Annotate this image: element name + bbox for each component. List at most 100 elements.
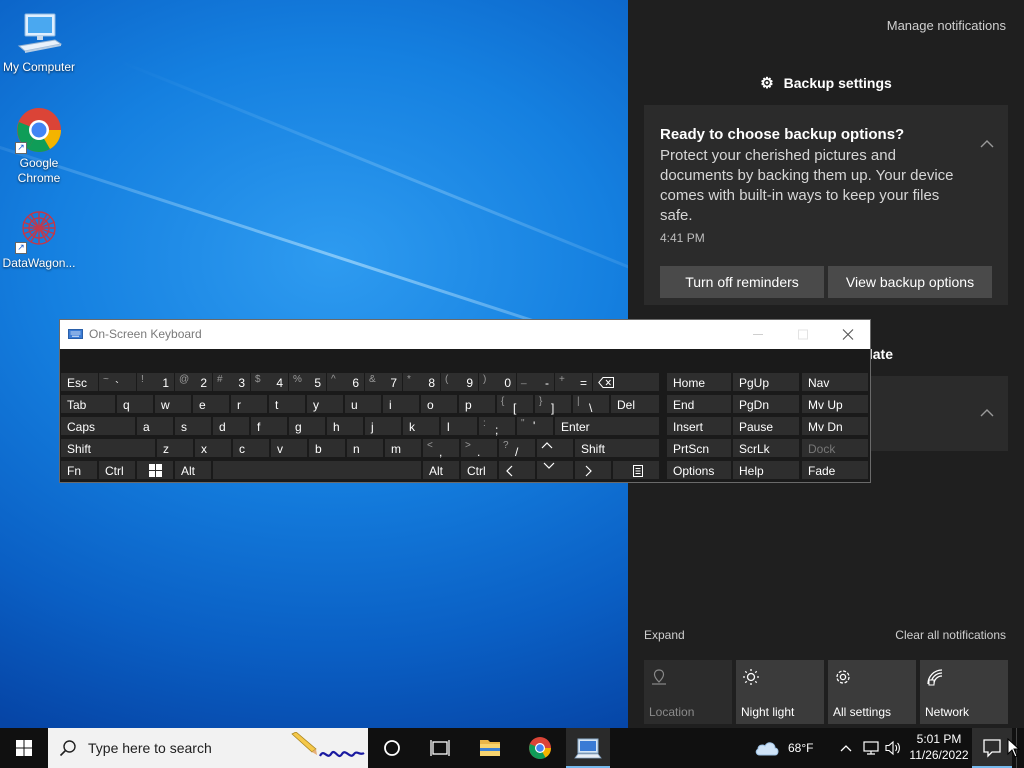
osk-taskbar-button[interactable]: [566, 728, 610, 768]
maximize-button[interactable]: [780, 320, 826, 349]
key-f[interactable]: f: [250, 416, 288, 436]
taskbar-search-box[interactable]: Type here to search: [48, 728, 368, 768]
volume-icon[interactable]: [884, 740, 902, 756]
key-equals[interactable]: + =: [554, 372, 594, 392]
key-t[interactable]: t: [268, 394, 306, 414]
clear-all-notifications-link[interactable]: Clear all notifications: [895, 628, 1006, 642]
manage-notifications-link[interactable]: Manage notifications: [887, 18, 1006, 33]
key-esc[interactable]: Esc: [60, 372, 100, 392]
key-left-bracket[interactable]: {[: [496, 394, 534, 415]
key-u[interactable]: u: [344, 394, 382, 414]
key-o[interactable]: o: [420, 394, 458, 414]
key-6[interactable]: ^ 6: [326, 372, 366, 392]
key-c[interactable]: c: [232, 438, 270, 458]
key-v[interactable]: v: [270, 438, 308, 458]
key-backtick[interactable]: ~ `: [98, 372, 138, 393]
key-help[interactable]: Help: [732, 460, 800, 480]
key-end[interactable]: End: [666, 394, 732, 414]
osk-title-bar[interactable]: On-Screen Keyboard: [60, 320, 870, 349]
cloud-weather-icon[interactable]: [754, 739, 780, 757]
key-y[interactable]: y: [306, 394, 344, 414]
key-5[interactable]: % 5: [288, 372, 328, 392]
key-fade[interactable]: Fade: [801, 460, 869, 480]
key-minus[interactable]: _ -: [516, 372, 556, 392]
key-prtscn[interactable]: PrtScn: [666, 438, 732, 458]
task-view-button[interactable]: [418, 728, 462, 768]
key-comma[interactable]: <,: [422, 438, 460, 459]
key-z[interactable]: z: [156, 438, 194, 458]
key-arrow-down[interactable]: [536, 460, 574, 480]
desktop-icon-my-computer[interactable]: My Computer: [0, 10, 78, 75]
minimize-button[interactable]: [735, 320, 781, 349]
key-h[interactable]: h: [326, 416, 364, 436]
chevron-up-icon[interactable]: [980, 406, 994, 420]
key-pgdn[interactable]: PgDn: [732, 394, 800, 414]
key-dock[interactable]: Dock: [801, 438, 869, 458]
taskbar-clock[interactable]: 5:01 PM 11/26/2022: [906, 731, 972, 763]
key-ctrl-left[interactable]: Ctrl: [98, 460, 136, 480]
key-arrow-right[interactable]: [574, 460, 612, 480]
turn-off-reminders-button[interactable]: Turn off reminders: [660, 266, 824, 298]
key-8[interactable]: * 8: [402, 372, 442, 392]
key-alt-left[interactable]: Alt: [174, 460, 212, 480]
key-backslash[interactable]: | \: [572, 394, 610, 415]
close-button[interactable]: [825, 320, 871, 349]
key-nav[interactable]: Nav: [801, 372, 869, 392]
key-a[interactable]: a: [136, 416, 174, 436]
key-i[interactable]: i: [382, 394, 420, 414]
key-9[interactable]: (9: [440, 372, 480, 392]
key-backspace[interactable]: [592, 372, 660, 392]
key-scrlk[interactable]: ScrLk: [732, 438, 800, 458]
notification-card[interactable]: Ready to choose backup options? Protect …: [644, 105, 1008, 305]
key-ctrl-right[interactable]: Ctrl: [460, 460, 498, 480]
expand-link[interactable]: Expand: [644, 628, 685, 642]
action-center-button[interactable]: [972, 728, 1012, 768]
cortana-button[interactable]: [370, 728, 414, 768]
key-del[interactable]: Del: [610, 394, 660, 414]
key-w[interactable]: w: [154, 394, 192, 414]
key-period[interactable]: >.: [460, 438, 498, 459]
network-tray-icon[interactable]: [862, 740, 880, 756]
weather-temperature[interactable]: 68°F: [788, 741, 813, 755]
key-move-up[interactable]: Mv Up: [801, 394, 869, 414]
key-move-down[interactable]: Mv Dn: [801, 416, 869, 436]
key-b[interactable]: b: [308, 438, 346, 458]
key-shift-right[interactable]: Shift: [574, 438, 660, 458]
key-m[interactable]: m: [384, 438, 422, 458]
key-4[interactable]: $4: [250, 372, 290, 392]
chevron-up-icon[interactable]: [980, 137, 994, 151]
key-j[interactable]: j: [364, 416, 402, 436]
key-fn[interactable]: Fn: [60, 460, 98, 480]
show-hidden-icons-chevron-icon[interactable]: [839, 742, 853, 754]
key-d[interactable]: d: [212, 416, 250, 436]
quick-action-network[interactable]: Network: [920, 660, 1008, 724]
key-k[interactable]: k: [402, 416, 440, 436]
file-explorer-button[interactable]: [468, 728, 512, 768]
key-q[interactable]: q: [116, 394, 154, 414]
key-e[interactable]: e: [192, 394, 230, 414]
key-arrow-left[interactable]: [498, 460, 536, 480]
key-r[interactable]: r: [230, 394, 268, 414]
desktop-icon-datawagon[interactable]: ↗ DataWagon...: [0, 206, 78, 271]
view-backup-options-button[interactable]: View backup options: [828, 266, 992, 298]
quick-action-all-settings[interactable]: All settings: [828, 660, 916, 724]
key-quote[interactable]: " ': [516, 416, 554, 436]
chrome-taskbar-button[interactable]: [518, 728, 562, 768]
key-shift-left[interactable]: Shift: [60, 438, 156, 458]
key-space[interactable]: [212, 460, 422, 480]
key-1[interactable]: ! 1: [136, 372, 176, 392]
key-windows[interactable]: [136, 460, 174, 480]
key-semicolon[interactable]: :;: [478, 416, 516, 437]
key-0[interactable]: ) 0: [478, 372, 518, 392]
key-7[interactable]: & 7: [364, 372, 404, 392]
desktop-icon-google-chrome[interactable]: ↗ Google Chrome: [0, 106, 78, 186]
key-x[interactable]: x: [194, 438, 232, 458]
key-pause[interactable]: Pause: [732, 416, 800, 436]
key-tab[interactable]: Tab: [60, 394, 116, 414]
key-n[interactable]: n: [346, 438, 384, 458]
key-l[interactable]: l: [440, 416, 478, 436]
quick-action-night-light[interactable]: Night light: [736, 660, 824, 724]
key-home[interactable]: Home: [666, 372, 732, 392]
key-slash[interactable]: ? /: [498, 438, 536, 459]
key-pgup[interactable]: PgUp: [732, 372, 800, 392]
